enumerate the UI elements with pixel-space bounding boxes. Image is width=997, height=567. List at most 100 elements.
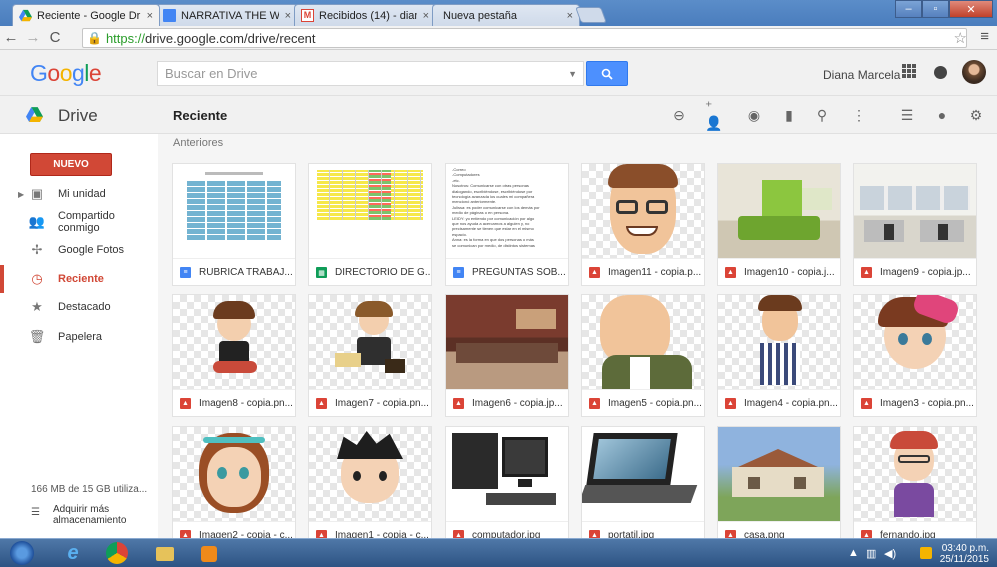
new-button[interactable]: NUEVO [30,153,112,176]
url-input[interactable]: 🔒 https:// drive.google.com/drive/recent [82,28,967,48]
sidebar-item-reciente[interactable]: ◷ Reciente [0,265,158,293]
file-name-row: ▲ casa.png [718,521,840,538]
image-type-icon: ▲ [861,530,872,538]
delete-icon[interactable]: ▮ [780,106,798,124]
search-icon[interactable]: ⚲ [813,106,831,124]
sidebar-item-google-fotos[interactable]: ✢ Google Fotos [0,236,158,264]
sidebar-item-mi-unidad[interactable]: ▶ ▣ Mi unidad [0,180,158,208]
file-card[interactable]: ▲ Imagen11 - copia.p... [581,163,705,286]
clock-time: 03:40 p.m. [941,543,989,554]
file-name-row: ▲ Imagen8 - copia.pn... [173,389,295,417]
file-card[interactable]: ▲ computador.jpg [445,426,569,538]
apps-grid-icon[interactable] [902,64,916,78]
sidebar-item-destacado[interactable]: ★ Destacado [0,293,158,321]
media-player-icon[interactable] [196,541,222,566]
storage-icon: ☰ [31,507,40,518]
storage-usage: 166 MB de 15 GB utiliza... [31,484,148,495]
system-clock[interactable]: 03:40 p.m. 25/11/2015 [940,543,989,565]
chrome-icon[interactable] [106,542,128,564]
buy-storage-link[interactable]: ☰ Adquirir más almacenamiento [31,504,133,526]
file-name: Imagen1 - copia - c... [335,530,429,538]
sidebar-item-label: Reciente [58,273,104,285]
file-card[interactable]: ▦ DIRECTORIO DE G... [308,163,432,286]
search-icon [601,68,613,80]
notifications-icon[interactable] [934,66,947,79]
file-card[interactable]: ▲ Imagen3 - copia.pn... [853,294,977,417]
new-tab-button[interactable] [575,7,607,23]
bookmark-star-icon[interactable]: ☆ [954,29,967,47]
drive-icon [19,9,32,22]
file-name: RUBRICA TRABAJ... [199,267,293,278]
close-tab-icon[interactable]: × [567,10,573,22]
expand-arrow-icon[interactable]: ▶ [18,190,24,199]
file-card[interactable]: ▲ Imagen4 - copia.pn... [717,294,841,417]
close-tab-icon[interactable]: × [285,10,291,22]
sidebar-item-compartido[interactable]: 👥 Compartido conmigo [0,208,158,236]
notification-app-icon[interactable] [920,547,932,559]
more-icon[interactable]: ⋮ [850,106,868,124]
volume-icon[interactable]: ◀) [884,547,896,560]
file-name-row: ▲ portatil.jpg [582,521,704,538]
file-card[interactable]: ≡ RUBRICA TRABAJ... [172,163,296,286]
tab-new[interactable]: Nueva pestaña × [432,4,580,26]
clock-icon: ◷ [31,271,43,286]
file-explorer-icon[interactable] [152,541,178,566]
file-name-row: ≡ PREGUNTAS SOB... [446,258,568,286]
maximize-button[interactable]: ▫ [922,0,949,18]
settings-icon[interactable]: ⚙ [967,106,985,124]
file-card[interactable]: ▲ casa.png [717,426,841,538]
file-card[interactable]: ▲ Imagen9 - copia.jp... [853,163,977,286]
url-text: drive.google.com/drive/recent [144,30,316,46]
info-icon[interactable]: ● [933,106,951,124]
tab-gmail[interactable]: M Recibidos (14) - dianamar × [294,4,436,26]
tab-drive[interactable]: Reciente - Google Drive × [12,4,160,26]
search-input[interactable]: Buscar en Drive ▼ [157,61,584,86]
close-tab-icon[interactable]: × [147,10,153,22]
chrome-menu-icon[interactable]: ≡ [980,28,989,45]
doc-preview-text: -Correo -Computadores -etc. Nosotros: Comun… [452,167,568,248]
preview-icon[interactable]: ◉ [745,106,763,124]
file-name: Imagen7 - copia.pn... [335,398,429,409]
people-icon: 👥 [28,214,46,229]
back-icon[interactable]: ← [0,29,22,46]
close-window-button[interactable]: ✕ [949,0,993,18]
show-hidden-icons-icon[interactable]: ▲ [848,547,859,559]
reload-icon[interactable]: C [44,29,66,46]
file-card[interactable]: ▲ portatil.jpg [581,426,705,538]
avatar[interactable] [962,60,986,84]
share-icon[interactable]: ⁺👤 [705,98,723,131]
file-card[interactable]: ▲ Imagen8 - copia.pn... [172,294,296,417]
tab-narrativa[interactable]: NARRATIVA THE WORLD × [156,4,298,26]
file-card[interactable]: ▲ Imagen2 - copia - c... [172,426,296,538]
image-thumbnail [582,295,704,389]
drive-app-name[interactable]: Drive [58,106,98,126]
forward-icon[interactable]: → [22,29,44,46]
link-icon[interactable]: ⊖ [670,106,688,124]
file-name: portatil.jpg [608,530,655,538]
file-card[interactable]: -Correo -Computadores -etc. Nosotros: Comun… [445,163,569,286]
sidebar-item-papelera[interactable]: 🗑 Papelera [0,323,158,351]
search-options-dropdown-icon[interactable]: ▼ [568,69,577,79]
start-button[interactable] [10,541,34,565]
list-view-icon[interactable]: ☰ [898,106,916,124]
file-card[interactable]: ▲ Imagen1 - copia - c... [308,426,432,538]
file-name: Imagen10 - copia.j... [744,267,835,278]
file-card[interactable]: ▲ Imagen6 - copia.jp... [445,294,569,417]
user-name[interactable]: Diana Marcela [823,68,900,82]
google-logo[interactable]: Google [30,60,102,87]
file-card[interactable]: ▲ Imagen7 - copia.pn... [308,294,432,417]
file-card[interactable]: ▲ fernando.jpg [853,426,977,538]
minimize-button[interactable]: – [895,0,922,18]
close-tab-icon[interactable]: × [423,10,429,22]
file-name-row: ▲ Imagen1 - copia - c... [309,521,431,538]
file-card[interactable]: ▲ Imagen5 - copia.pn... [581,294,705,417]
internet-explorer-icon[interactable]: e [60,541,86,566]
drive-logo-icon[interactable] [26,107,43,122]
search-placeholder: Buscar en Drive [165,66,258,81]
search-button[interactable] [586,61,628,86]
doc-type-icon: ≡ [180,267,191,278]
file-card[interactable]: ▲ Imagen10 - copia.j... [717,163,841,286]
network-icon[interactable]: ▥ [866,547,876,560]
image-type-icon: ▲ [589,530,600,538]
sheet-type-icon: ▦ [316,267,327,278]
